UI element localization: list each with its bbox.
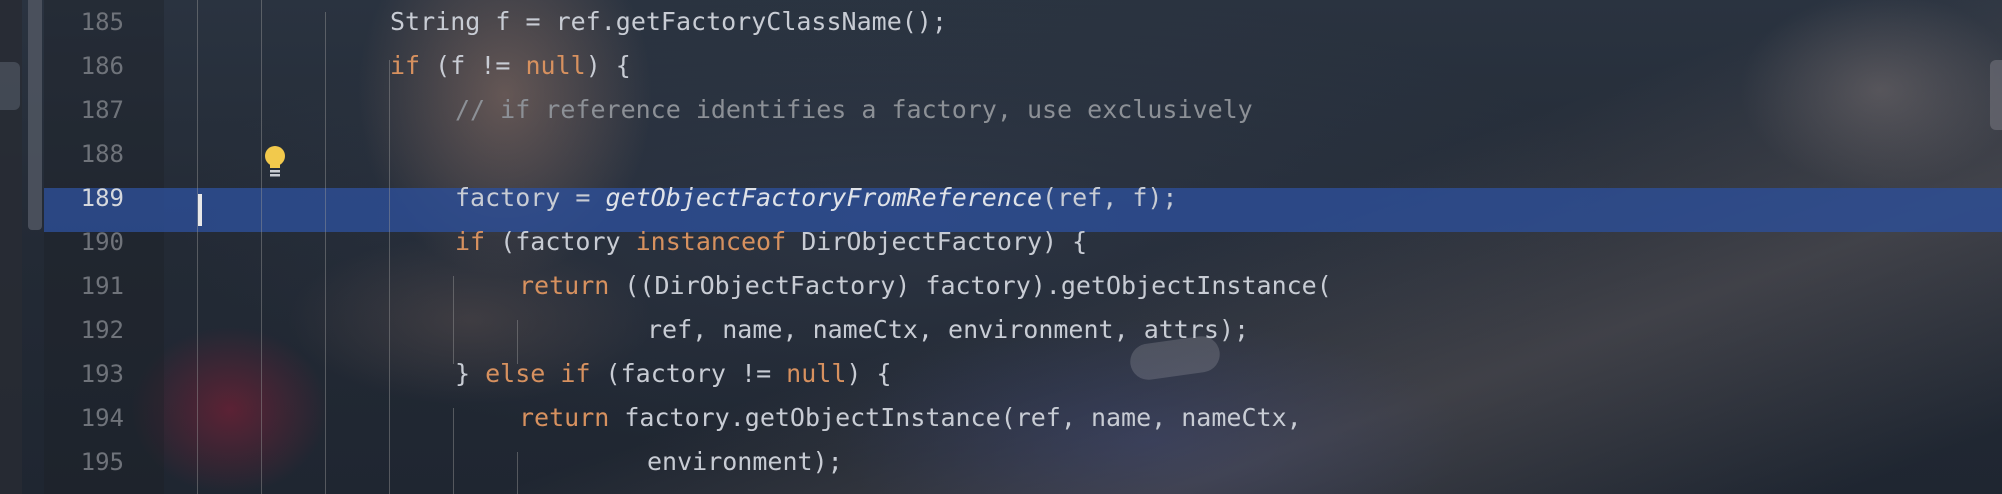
code-line[interactable]: 185 String f = ref.getFactoryClassName(); [0, 0, 2002, 44]
code-line[interactable]: 195 environment); [0, 440, 2002, 484]
code-text[interactable]: return factory.getObjectInstance(ref, na… [519, 396, 1302, 440]
code-text[interactable]: // if reference identifies a factory, us… [455, 88, 1253, 132]
code-token: ) { [585, 51, 631, 80]
line-number[interactable]: 188 [44, 132, 124, 176]
code-text[interactable]: environment); [647, 440, 843, 484]
code-text[interactable]: ref, name, nameCtx, environment, attrs); [647, 308, 1249, 352]
code-token: DirObjectFactory) { [786, 227, 1088, 256]
line-number[interactable]: 193 [44, 352, 124, 396]
code-line[interactable]: 191 return ((DirObjectFactory) factory).g… [0, 264, 2002, 308]
keyword-token: null [786, 359, 847, 388]
code-line[interactable]: 189 factory = getObjectFactoryFromReferen… [0, 176, 2002, 220]
keyword-token: return [519, 403, 610, 432]
keyword-token: instanceof [635, 227, 787, 256]
code-token: String f = ref.getFactoryClassName(); [390, 7, 947, 36]
code-token: (factory [485, 227, 636, 256]
code-text[interactable]: factory = getObjectFactoryFromReference(… [455, 176, 1177, 220]
code-text[interactable]: return ((DirObjectFactory) factory).getO… [519, 264, 1332, 308]
code-token: (ref, f); [1042, 183, 1178, 212]
code-line[interactable]: 192 ref, name, nameCtx, environment, attr… [0, 308, 2002, 352]
code-token: environment); [647, 447, 843, 476]
keyword-token: if [560, 359, 591, 388]
code-line[interactable]: 194 return factory.getObjectInstance(ref,… [0, 396, 2002, 440]
code-token: ref, name, nameCtx, environment, attrs); [647, 315, 1250, 344]
line-number[interactable]: 185 [44, 0, 124, 44]
code-text[interactable]: if (factory instanceof DirObjectFactory)… [455, 220, 1087, 264]
code-token: (f != [420, 51, 526, 80]
keyword-token: if [390, 51, 421, 80]
keyword-token: return [519, 271, 610, 300]
line-number[interactable]: 192 [44, 308, 124, 352]
code-text[interactable]: String f = ref.getFactoryClassName(); [390, 0, 947, 44]
method-call-token: getObjectFactoryFromReference [605, 183, 1043, 212]
keyword-token: null [525, 51, 586, 80]
code-editor[interactable]: 185 String f = ref.getFactoryClassName();… [0, 0, 2002, 494]
code-token: } [455, 359, 486, 388]
line-number[interactable]: 189 [44, 176, 124, 220]
comment-token: // if reference identifies a factory, us… [455, 95, 1253, 124]
code-line[interactable]: 193} else if (factory != null) { [0, 352, 2002, 396]
line-number[interactable]: 191 [44, 264, 124, 308]
code-line[interactable]: 187 // if reference identifies a factory,… [0, 88, 2002, 132]
code-token: factory = [455, 183, 606, 212]
code-text[interactable]: } else if (factory != null) { [455, 352, 892, 396]
line-number[interactable]: 190 [44, 220, 124, 264]
code-token: factory.getObjectInstance(ref, name, nam… [609, 403, 1302, 432]
code-line[interactable]: 188 [0, 132, 2002, 176]
lightbulb-icon[interactable] [262, 144, 288, 180]
keyword-token: if [455, 227, 486, 256]
line-number[interactable]: 187 [44, 88, 124, 132]
line-number[interactable]: 194 [44, 396, 124, 440]
code-line[interactable]: 186 if (f != null) { [0, 44, 2002, 88]
text-caret [198, 194, 202, 226]
line-number[interactable]: 195 [44, 440, 124, 484]
keyword-token: else [485, 359, 546, 388]
code-text[interactable]: if (f != null) { [390, 44, 631, 88]
code-token: ) { [846, 359, 892, 388]
line-number[interactable]: 186 [44, 44, 124, 88]
code-line[interactable]: 190 if (factory instanceof DirObjectFacto… [0, 220, 2002, 264]
code-token: (factory != [590, 359, 787, 388]
code-token: ((DirObjectFactory) factory).getObjectIn… [609, 271, 1332, 300]
